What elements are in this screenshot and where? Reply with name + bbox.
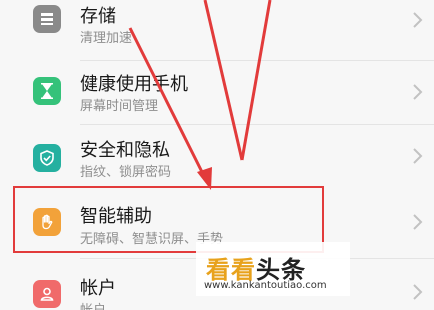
watermark: 看看头条 www.kankantoutiao.com [196,242,350,296]
settings-item-subtitle: 清理加速 [80,30,133,45]
settings-item-title: 帐户 [80,278,116,298]
settings-item-title: 健康使用手机 [80,74,188,94]
settings-screen: 存储 清理加速 健康使用手机 屏幕时间管理 安全和隐私 指纹、锁屏密码 智能辅助… [0,0,434,310]
settings-item-subtitle: 指纹、锁屏密码 [80,164,172,179]
settings-item-title: 安全和隐私 [80,140,170,160]
settings-item-storage[interactable]: 存储 清理加速 [0,0,434,50]
chevron-right-icon [413,84,423,100]
hourglass-icon [33,77,61,105]
account-icon [33,280,61,308]
shield-check-icon [33,144,61,172]
settings-item-digital-wellbeing[interactable]: 健康使用手机 屏幕时间管理 [0,60,434,122]
chevron-right-icon [413,12,423,28]
settings-item-subtitle: 屏幕时间管理 [80,98,159,113]
chevron-right-icon [413,148,423,164]
settings-item-security-privacy[interactable]: 安全和隐私 指纹、锁屏密码 [0,124,434,186]
chevron-right-icon [413,284,423,300]
settings-item-subtitle: 帐户 [80,302,107,310]
watermark-url: www.kankantoutiao.com [204,280,327,291]
storage-icon [33,5,61,33]
settings-item-title: 存储 [80,6,116,26]
chevron-right-icon [413,214,423,230]
